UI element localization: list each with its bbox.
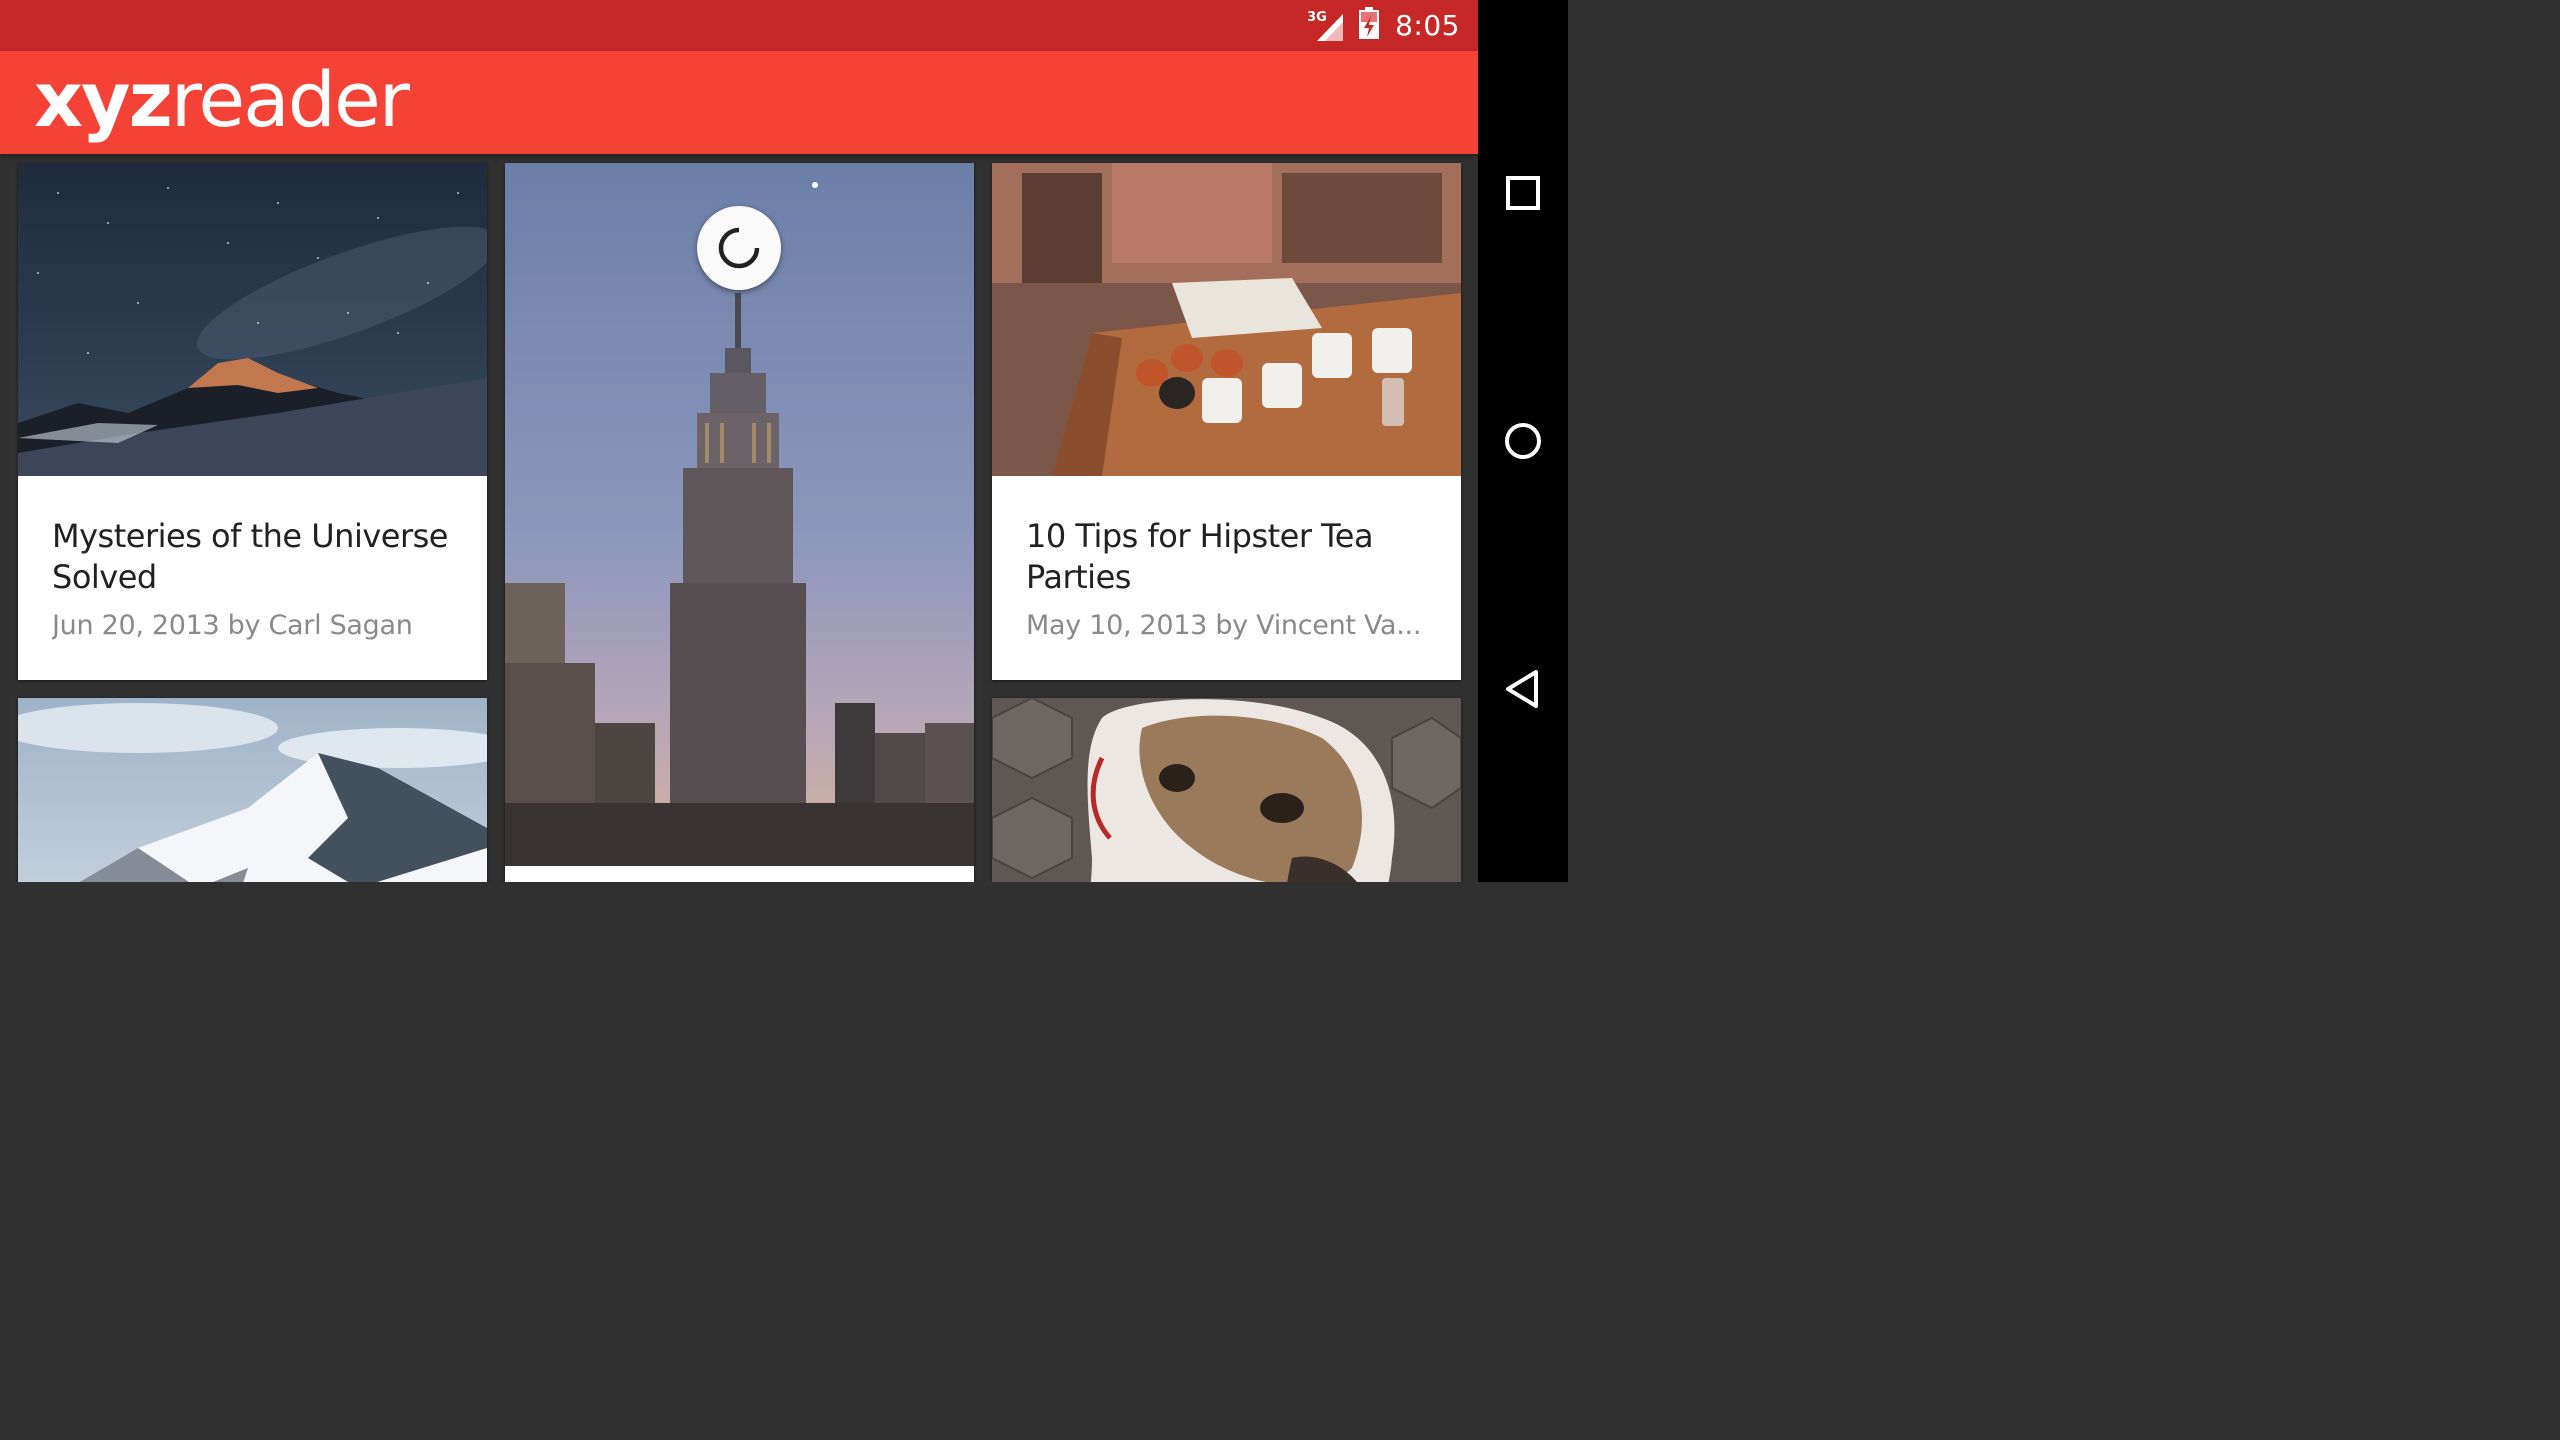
article-card[interactable]: Mysteries of the Universe Solved Jun 20,… bbox=[18, 163, 487, 680]
logo-bold: xyz bbox=[34, 55, 173, 144]
article-thumbnail bbox=[992, 163, 1461, 476]
status-bar: 3G 8:05 bbox=[0, 0, 1478, 51]
signal-icon: 3G bbox=[1307, 11, 1344, 41]
battery-icon bbox=[1359, 7, 1380, 44]
article-text: 10 Tips for Hipster Tea Parties May 10, … bbox=[1026, 516, 1431, 641]
article-thumbnail bbox=[18, 163, 487, 476]
navigation-bar bbox=[1478, 0, 1568, 882]
article-title: Mysteries of the Universe Solved bbox=[52, 517, 448, 596]
article-title: 10 Tips for Hipster Tea Parties bbox=[1026, 517, 1374, 596]
article-text: Mysteries of the Universe Solved Jun 20,… bbox=[52, 516, 457, 641]
loading-spinner bbox=[697, 206, 781, 290]
recents-icon bbox=[1506, 176, 1540, 210]
home-icon bbox=[1505, 423, 1541, 459]
article-byline: May 10, 2013 by Vincent Va... bbox=[1026, 610, 1422, 641]
article-thumbnail bbox=[18, 698, 487, 882]
article-card[interactable]: 10 Tips for Hipster Tea Parties May 10, … bbox=[992, 163, 1461, 680]
home-button[interactable] bbox=[1478, 396, 1568, 486]
article-byline: Jun 20, 2013 by Carl Sagan bbox=[52, 610, 413, 641]
status-icons: 3G 8:05 bbox=[1307, 0, 1460, 51]
recents-button[interactable] bbox=[1478, 148, 1568, 238]
clock: 8:05 bbox=[1395, 9, 1460, 42]
article-card[interactable] bbox=[18, 698, 487, 882]
back-icon bbox=[1506, 670, 1538, 708]
app-logo: xyzreader bbox=[34, 55, 410, 145]
back-button[interactable] bbox=[1478, 644, 1568, 734]
article-thumbnail bbox=[992, 698, 1461, 882]
logo-light: reader bbox=[170, 55, 410, 144]
article-card[interactable] bbox=[992, 698, 1461, 882]
progress-indicator-icon bbox=[718, 227, 760, 269]
app-toolbar: xyzreader bbox=[0, 51, 1478, 154]
